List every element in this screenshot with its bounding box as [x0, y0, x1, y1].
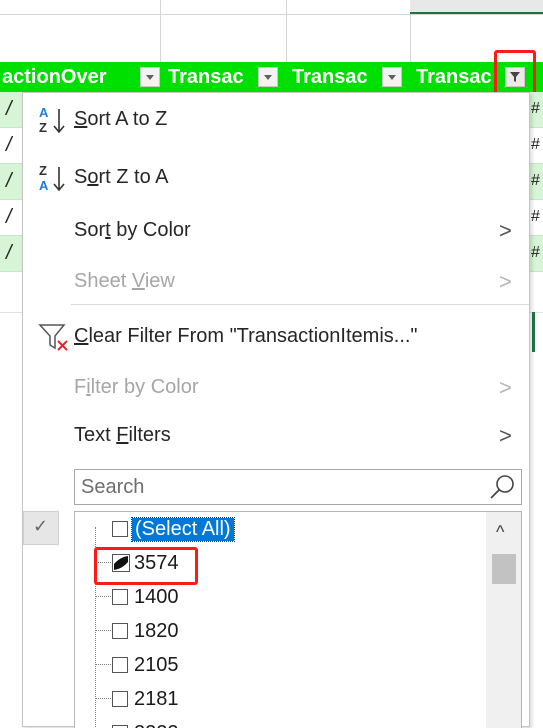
scroll-up-arrow-icon[interactable]: ^ [496, 522, 504, 543]
header-cell-2[interactable]: Transac [168, 62, 256, 92]
row-divider [0, 14, 543, 15]
cell-text: # [531, 136, 540, 153]
filter-dropdown-button-1[interactable] [140, 67, 160, 87]
checkbox[interactable] [112, 589, 128, 605]
header-cell-3[interactable]: Transac [292, 62, 380, 92]
list-item-label: 2105 [134, 654, 179, 676]
column-divider [286, 0, 287, 62]
table-header-row: actionOver Transac Transac Transac [0, 62, 543, 92]
svg-text:A: A [39, 105, 49, 120]
column-divider [160, 0, 161, 62]
cell-text: # [531, 172, 540, 189]
sort-z-to-a-label: Sort Z to A [74, 166, 169, 188]
check-icon: ✓ [33, 516, 49, 536]
chevron-right-icon: > [499, 423, 512, 448]
search-box [74, 469, 522, 505]
sheet-top-area [0, 0, 543, 62]
svg-text:Z: Z [39, 120, 47, 135]
selection-edge [532, 312, 535, 352]
header-cell-4[interactable]: Transac [416, 62, 504, 92]
text-filters-item[interactable]: Text Filters > [23, 413, 529, 457]
list-item-label: (Select All) [131, 517, 235, 542]
selected-column-header[interactable] [410, 0, 543, 14]
list-item[interactable]: 2181 [75, 682, 485, 716]
checkbox[interactable] [112, 521, 128, 537]
cell-text: # [531, 208, 540, 225]
list-scrollbar[interactable]: ^ [486, 512, 521, 728]
filter-dropdown-button-3[interactable] [382, 67, 402, 87]
header-cell-1[interactable]: actionOver [2, 62, 140, 92]
chevron-right-icon: > [499, 269, 512, 294]
sort-descending-icon: Z A [39, 163, 65, 193]
list-item-label: 1820 [134, 620, 179, 642]
scrollbar-thumb[interactable] [492, 554, 516, 584]
svg-text:A: A [39, 178, 49, 193]
list-item-label: 2181 [134, 688, 179, 710]
cell-text: / [6, 242, 12, 264]
filter-by-color-label: Filter by Color [74, 376, 199, 398]
chevron-right-icon: > [499, 375, 512, 400]
menu-separator [71, 304, 529, 305]
sort-by-color-label: Sort by Color [74, 219, 191, 241]
list-item[interactable]: 1400 [75, 580, 485, 614]
checkbox[interactable] [112, 657, 128, 673]
cell-text: # [531, 244, 540, 261]
clear-filter-label: Clear Filter From "TransactionItemis..." [74, 325, 418, 347]
list-item-label: 2222 [134, 722, 179, 728]
list-item-select-all[interactable]: (Select All) [75, 512, 485, 546]
right-data-cells: # # # # # [530, 92, 543, 282]
chevron-right-icon: > [499, 218, 512, 243]
sort-ascending-icon: A Z [39, 105, 65, 135]
list-item[interactable]: 1820 [75, 614, 485, 648]
list-item[interactable]: 2222 [75, 716, 485, 728]
filter-dropdown-button-2[interactable] [258, 67, 278, 87]
list-item[interactable]: 2105 [75, 648, 485, 682]
checkmark-gutter: ✓ [23, 511, 59, 545]
cell-text: / [6, 98, 12, 120]
sort-a-to-z-label: Sort A to Z [74, 108, 168, 130]
value-checklist: (Select All) 3574 1400 1820 2105 2181 ^ [74, 511, 522, 728]
sort-z-to-a-item[interactable]: Z A Sort Z to A [23, 155, 529, 199]
autofilter-menu: A Z Sort A to Z Z A Sort Z to A Sort by … [22, 92, 530, 728]
cell-text: # [531, 100, 540, 117]
checkbox[interactable] [112, 691, 128, 707]
sort-by-color-item[interactable]: Sort by Color > [23, 208, 529, 252]
clear-filter-item[interactable]: Clear Filter From "TransactionItemis..." [23, 314, 529, 358]
list-item-label: 1400 [134, 586, 179, 608]
text-filters-label: Text Filters [74, 424, 171, 446]
cell-text: / [6, 134, 12, 156]
left-data-cells: / / / / / [0, 92, 22, 282]
cell-text: / [6, 170, 12, 192]
checkbox[interactable] [112, 623, 128, 639]
svg-text:Z: Z [39, 163, 47, 178]
search-icon[interactable] [487, 472, 517, 502]
cell-text: / [6, 206, 12, 228]
filter-by-color-item: Filter by Color > [23, 365, 529, 409]
sheet-view-label: Sheet View [74, 270, 175, 292]
sort-a-to-z-item[interactable]: A Z Sort A to Z [23, 97, 529, 141]
sheet-view-item: Sheet View > [23, 259, 529, 303]
clear-filter-icon [38, 324, 68, 351]
search-input[interactable] [75, 470, 475, 504]
highlight-box-3574 [94, 547, 198, 585]
